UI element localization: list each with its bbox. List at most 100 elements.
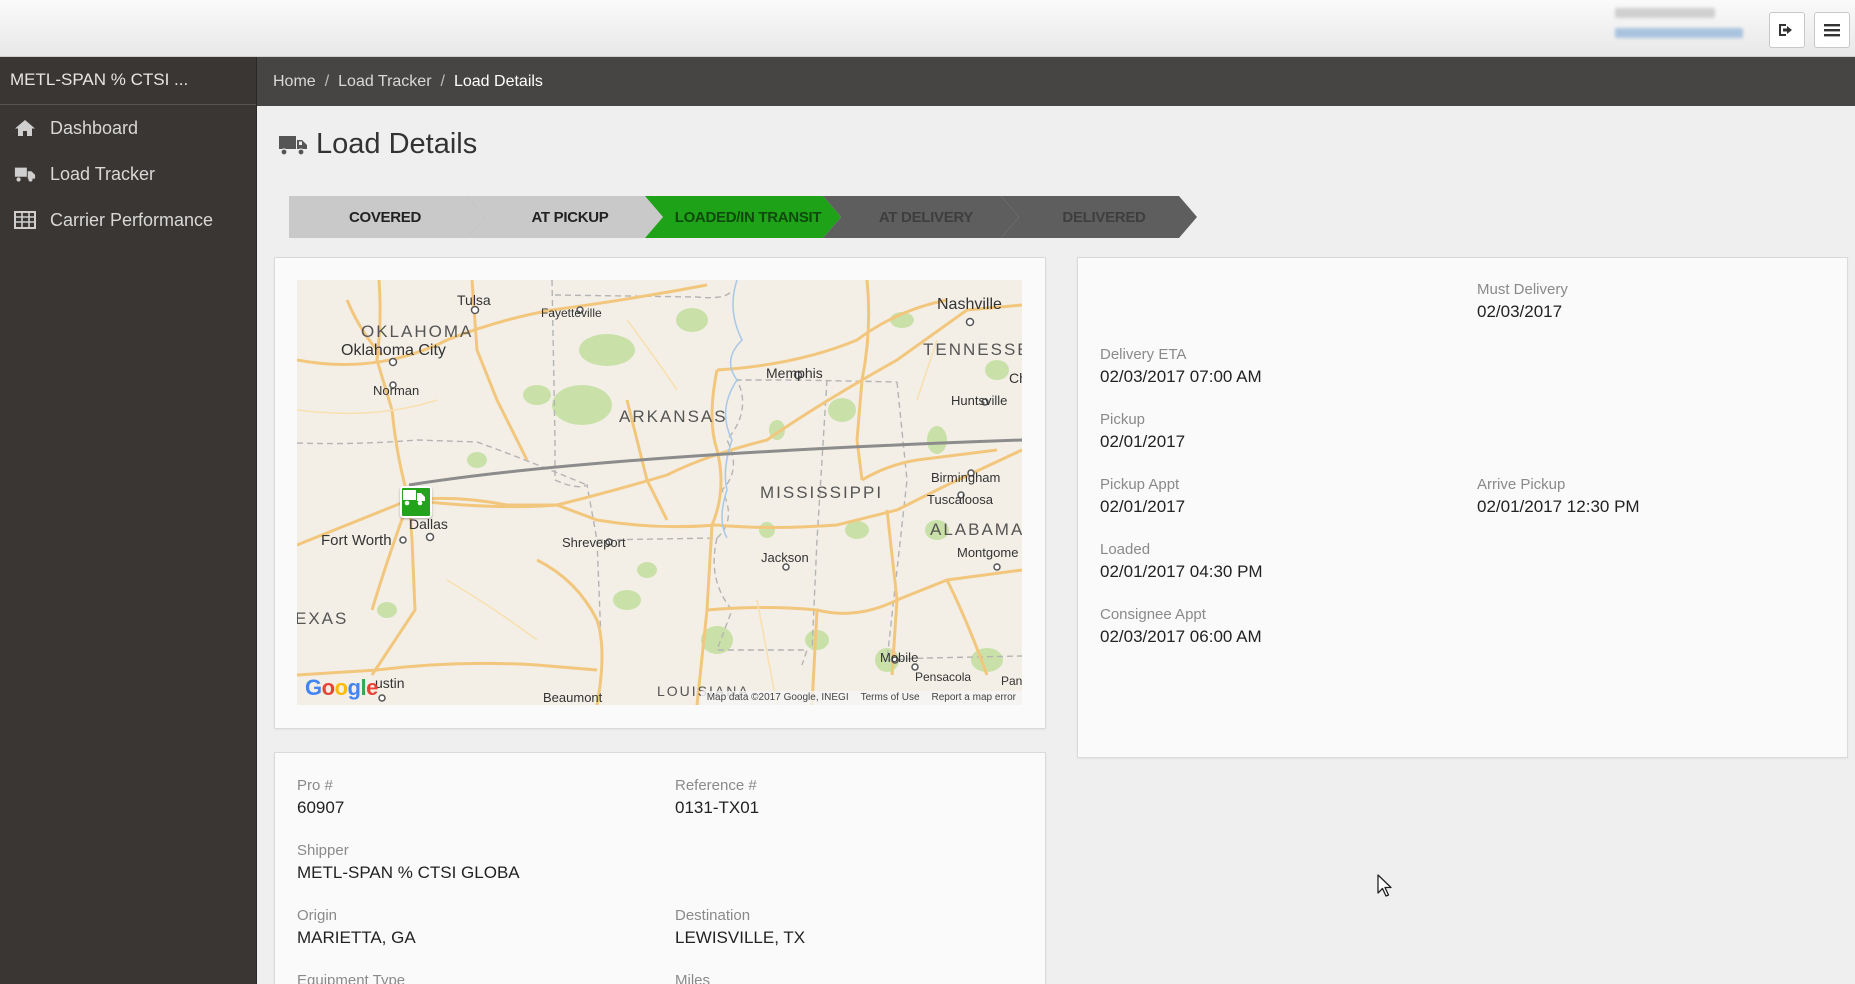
- truck-location-marker[interactable]: [400, 486, 432, 518]
- map-state-label: ALABAMA: [930, 520, 1022, 539]
- field-label: Shipper: [297, 842, 349, 859]
- map-city-label: Dallas: [409, 516, 448, 532]
- field-value: 0131-TX01: [675, 798, 760, 817]
- map-city-label: Fayetteville: [541, 306, 602, 320]
- top-header: [0, 0, 1855, 57]
- field-value: 02/01/2017: [1100, 432, 1186, 451]
- menu-button[interactable]: [1814, 12, 1850, 48]
- must-delivery-field: Must Delivery 02/03/2017: [1477, 281, 1568, 322]
- field-label: Origin: [297, 907, 338, 924]
- field-value: 02/03/2017: [1477, 302, 1563, 321]
- table-icon: [14, 210, 36, 230]
- field-value: 02/01/2017 12:30 PM: [1477, 497, 1640, 516]
- map-city-label: Jackson: [761, 550, 809, 565]
- map-card: OKLAHOMA ARKANSAS TENNESSEE MISSISSIPPI …: [274, 257, 1046, 729]
- field-value: LEWISVILLE, TX: [675, 928, 806, 947]
- breadcrumb-load-tracker[interactable]: Load Tracker: [338, 73, 431, 91]
- field-value: METL-SPAN % CTSI GLOBA: [297, 863, 520, 882]
- field-label: Miles: [675, 972, 711, 984]
- map-city-label: Mobile: [880, 650, 919, 665]
- sidebar-item-label: Dashboard: [50, 117, 139, 138]
- map-city-label: Birmingham: [931, 470, 1001, 485]
- field-value: MARIETTA, GA: [297, 928, 416, 947]
- map-city-label: Tulsa: [457, 292, 491, 308]
- map-city-label: Fort Worth: [321, 532, 392, 549]
- field-label: Reference #: [675, 777, 757, 794]
- map-city-label: ustin: [375, 675, 405, 691]
- field-label: Equipment Type: [297, 972, 406, 984]
- breadcrumb-home[interactable]: Home: [273, 73, 316, 91]
- step-covered: COVERED: [289, 196, 485, 238]
- step-at-delivery: AT DELIVERY: [823, 196, 1019, 238]
- sidebar-account-title[interactable]: METL-SPAN % CTSI ...: [0, 57, 256, 105]
- sidebar-item-label: Load Tracker: [50, 163, 156, 184]
- field-label: Loaded: [1100, 541, 1151, 558]
- schedule-card: Must Delivery 02/03/2017 Delivery ETA 02…: [1077, 257, 1848, 758]
- pickup-field: Pickup 02/01/2017: [1100, 411, 1185, 452]
- map-state-label: EXAS: [297, 609, 349, 628]
- map-city-label: Tuscaloosa: [927, 492, 993, 507]
- map-city-label: Norman: [373, 383, 420, 398]
- map-attribution: Map data ©2017 Google, INEGI: [706, 692, 849, 703]
- sidebar-item-dashboard[interactable]: Dashboard: [0, 105, 256, 151]
- delivery-eta-field: Delivery ETA 02/03/2017 07:00 AM: [1100, 346, 1262, 387]
- sidebar-item-load-tracker[interactable]: Load Tracker: [0, 151, 256, 197]
- step-delivered: DELIVERED: [1001, 196, 1197, 238]
- breadcrumb-separator: /: [324, 72, 330, 90]
- truck-icon: [14, 164, 36, 184]
- map-state-label: TENNESSEE: [923, 340, 1022, 359]
- route-map[interactable]: OKLAHOMA ARKANSAS TENNESSEE MISSISSIPPI …: [297, 280, 1022, 705]
- pro-number-field: Pro # 60907: [297, 777, 344, 818]
- field-label: Pro #: [297, 777, 333, 794]
- map-city-label: Beaumont: [543, 690, 603, 705]
- step-at-pickup: AT PICKUP: [467, 196, 663, 238]
- logout-icon: [1779, 24, 1792, 36]
- map-state-label: OKLAHOMA: [361, 322, 474, 341]
- sidebar-item-label: Carrier Performance: [50, 209, 214, 230]
- consignee-appt-field: Consignee Appt 02/03/2017 06:00 AM: [1100, 606, 1262, 647]
- field-value: 02/03/2017 06:00 AM: [1100, 627, 1262, 646]
- field-value: 02/01/2017: [1100, 497, 1186, 516]
- truck-icon: [403, 490, 425, 506]
- home-icon: [14, 118, 36, 138]
- user-email-redacted[interactable]: [1615, 28, 1743, 38]
- reference-number-field: Reference # 0131-TX01: [675, 777, 759, 818]
- breadcrumb-separator: /: [440, 72, 445, 90]
- map-city-label: Memphis: [766, 365, 823, 381]
- field-label: Destination: [675, 907, 751, 924]
- field-label: Delivery ETA: [1100, 346, 1187, 363]
- hamburger-icon: [1824, 24, 1840, 37]
- google-logo: Google: [305, 675, 378, 700]
- loaded-field: Loaded 02/01/2017 04:30 PM: [1100, 541, 1263, 582]
- map-footer: Map data ©2017 Google, INEGI Terms of Us…: [700, 691, 1022, 705]
- map-state-label: MISSISSIPPI: [760, 483, 884, 502]
- map-city-label: Pan: [1001, 674, 1022, 688]
- logout-button[interactable]: [1769, 12, 1805, 48]
- truck-icon: [278, 133, 308, 157]
- page-title: Load Details: [278, 128, 477, 161]
- map-city-label: Montgome: [957, 545, 1019, 560]
- field-value: 02/03/2017 07:00 AM: [1100, 367, 1262, 386]
- map-terms-link[interactable]: Terms of Use: [861, 692, 920, 704]
- map-city-label: Oklahoma City: [341, 342, 446, 359]
- map-report-link[interactable]: Report a map error: [932, 692, 1016, 704]
- map-city-label: Huntsville: [951, 393, 1008, 408]
- map-city-label: Nashville: [937, 296, 1002, 313]
- load-status-steps: COVERED AT PICKUP LOADED/IN TRANSIT AT D…: [289, 196, 1209, 238]
- field-label: Must Delivery: [1477, 281, 1568, 298]
- field-label: Pickup Appt: [1100, 476, 1180, 493]
- shipper-field: Shipper METL-SPAN % CTSI GLOBA: [297, 842, 520, 883]
- map-city-label: Pensacola: [915, 670, 972, 684]
- pickup-appt-field: Pickup Appt 02/01/2017: [1100, 476, 1185, 517]
- arrive-pickup-field: Arrive Pickup 02/01/2017 12:30 PM: [1477, 476, 1640, 517]
- user-info[interactable]: [1615, 8, 1755, 38]
- field-label: Consignee Appt: [1100, 606, 1206, 623]
- miles-field: Miles: [675, 972, 710, 984]
- page-title-text: Load Details: [316, 128, 478, 160]
- sidebar-item-carrier-performance[interactable]: Carrier Performance: [0, 197, 256, 243]
- origin-field: Origin MARIETTA, GA: [297, 907, 416, 948]
- step-loaded-in-transit: LOADED/IN TRANSIT: [645, 196, 841, 238]
- sidebar: METL-SPAN % CTSI ... Dashboard Load Trac…: [0, 57, 257, 984]
- field-value: 02/01/2017 04:30 PM: [1100, 562, 1263, 581]
- breadcrumb-current: Load Details: [453, 72, 543, 90]
